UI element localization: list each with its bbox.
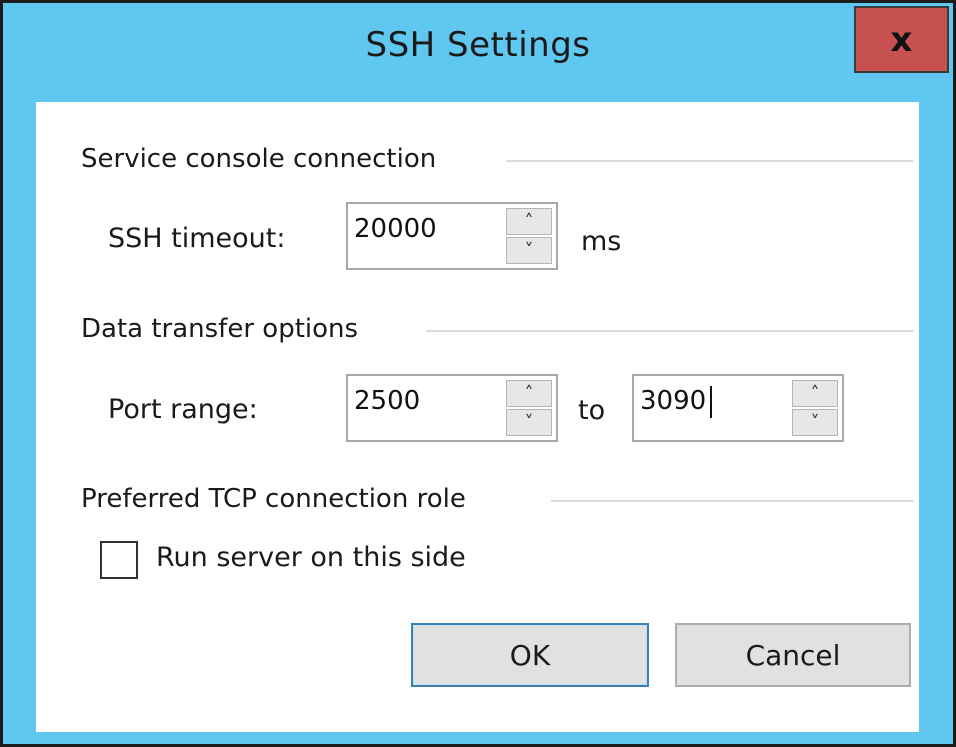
title-bar[interactable]: SSH Settings x (3, 3, 953, 99)
ssh-timeout-input[interactable]: 20000 (354, 214, 437, 244)
dialog-title: SSH Settings (365, 25, 591, 65)
chevron-up-icon: ˄ (810, 382, 820, 404)
group-title-tcp-role: Preferred TCP connection role (81, 484, 476, 514)
port-from-spin-buttons: ˄ ˅ (506, 380, 552, 436)
close-button[interactable]: x (854, 6, 949, 73)
chevron-up-icon: ˄ (524, 382, 534, 404)
group-divider (506, 160, 914, 162)
dialog-body: Service console connection SSH timeout: … (36, 102, 919, 732)
port-to-spin-buttons: ˄ ˅ (792, 380, 838, 436)
group-title-data-transfer: Data transfer options (81, 314, 369, 344)
port-to-input[interactable]: 3090 (640, 386, 706, 416)
spin-down-button[interactable]: ˅ (506, 409, 552, 436)
spin-up-button[interactable]: ˄ (506, 380, 552, 407)
group-divider (426, 330, 914, 332)
ssh-settings-dialog: SSH Settings x Service console connectio… (0, 0, 956, 747)
group-title-service-console: Service console connection (81, 144, 447, 174)
chevron-up-icon: ˄ (524, 210, 534, 232)
ssh-timeout-label: SSH timeout: (108, 223, 286, 254)
spin-up-button[interactable]: ˄ (506, 208, 552, 235)
chevron-down-icon: ˅ (524, 239, 534, 261)
port-range-label: Port range: (108, 394, 258, 425)
port-to-spinner[interactable]: 3090 ˄ ˅ (632, 374, 844, 442)
spin-up-button[interactable]: ˄ (792, 380, 838, 407)
port-from-spinner[interactable]: 2500 ˄ ˅ (346, 374, 558, 442)
ssh-timeout-unit: ms (581, 226, 622, 257)
cancel-button[interactable]: Cancel (675, 623, 911, 687)
chevron-down-icon: ˅ (524, 411, 534, 433)
spin-down-button[interactable]: ˅ (506, 237, 552, 264)
run-server-label[interactable]: Run server on this side (156, 542, 466, 573)
spin-down-button[interactable]: ˅ (792, 409, 838, 436)
text-cursor (710, 386, 712, 418)
port-from-input[interactable]: 2500 (354, 386, 420, 416)
ok-button[interactable]: OK (411, 623, 649, 687)
run-server-checkbox[interactable] (100, 541, 138, 579)
chevron-down-icon: ˅ (810, 411, 820, 433)
group-divider (551, 500, 914, 502)
ssh-timeout-spinner[interactable]: 20000 ˄ ˅ (346, 202, 558, 270)
close-icon: x (890, 19, 913, 60)
port-to-label: to (578, 395, 606, 426)
ssh-timeout-spin-buttons: ˄ ˅ (506, 208, 552, 264)
